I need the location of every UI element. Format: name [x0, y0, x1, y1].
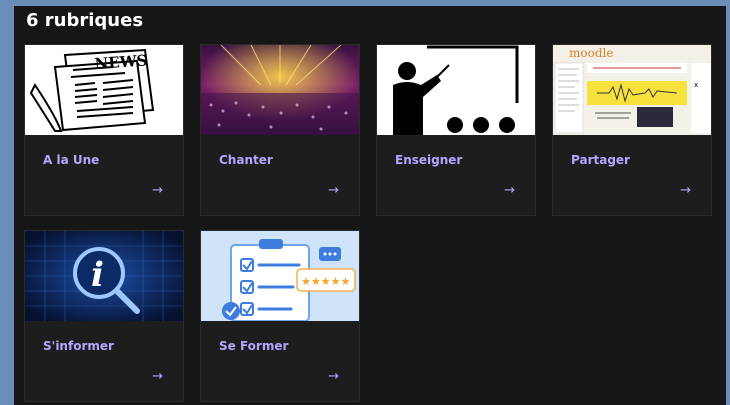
- svg-text:x: x: [694, 81, 698, 89]
- arrow-right-icon[interactable]: →: [504, 183, 515, 198]
- arrow-right-icon[interactable]: →: [328, 183, 339, 198]
- concert-image: [201, 45, 359, 135]
- card-label: Partager: [571, 153, 630, 167]
- card-partager[interactable]: moodle x Partager →: [552, 44, 712, 216]
- card-chanter[interactable]: Chanter →: [200, 44, 360, 216]
- arrow-right-icon[interactable]: →: [328, 369, 339, 384]
- info-magnifier-image: i: [25, 231, 183, 321]
- svg-text:NEWS: NEWS: [94, 51, 148, 73]
- svg-text:★★★★★: ★★★★★: [301, 275, 350, 288]
- newspaper-icon: NEWS: [25, 45, 183, 135]
- rubriques-panel: 6 rubriques NEWS A la Une → Chanter → En…: [14, 6, 726, 405]
- card-label: Enseigner: [395, 153, 463, 167]
- card-label: Chanter: [219, 153, 273, 167]
- checklist-rating-image: ★★★★★: [201, 231, 359, 321]
- teacher-board-icon: [377, 45, 535, 135]
- arrow-right-icon[interactable]: →: [152, 369, 163, 384]
- moodle-logo: moodle: [569, 46, 613, 60]
- svg-text:i: i: [91, 255, 104, 295]
- card-s-informer[interactable]: i S'informer →: [24, 230, 184, 402]
- arrow-right-icon[interactable]: →: [152, 183, 163, 198]
- section-title: 6 rubriques: [26, 10, 144, 31]
- card-label: S'informer: [43, 339, 114, 353]
- card-label: A la Une: [43, 153, 100, 167]
- card-se-former[interactable]: ★★★★★ Se Former →: [200, 230, 360, 402]
- moodle-screenshot: moodle x: [553, 45, 711, 135]
- card-label: Se Former: [219, 339, 289, 353]
- card-a-la-une[interactable]: NEWS A la Une →: [24, 44, 184, 216]
- card-enseigner[interactable]: Enseigner →: [376, 44, 536, 216]
- arrow-right-icon[interactable]: →: [680, 183, 691, 198]
